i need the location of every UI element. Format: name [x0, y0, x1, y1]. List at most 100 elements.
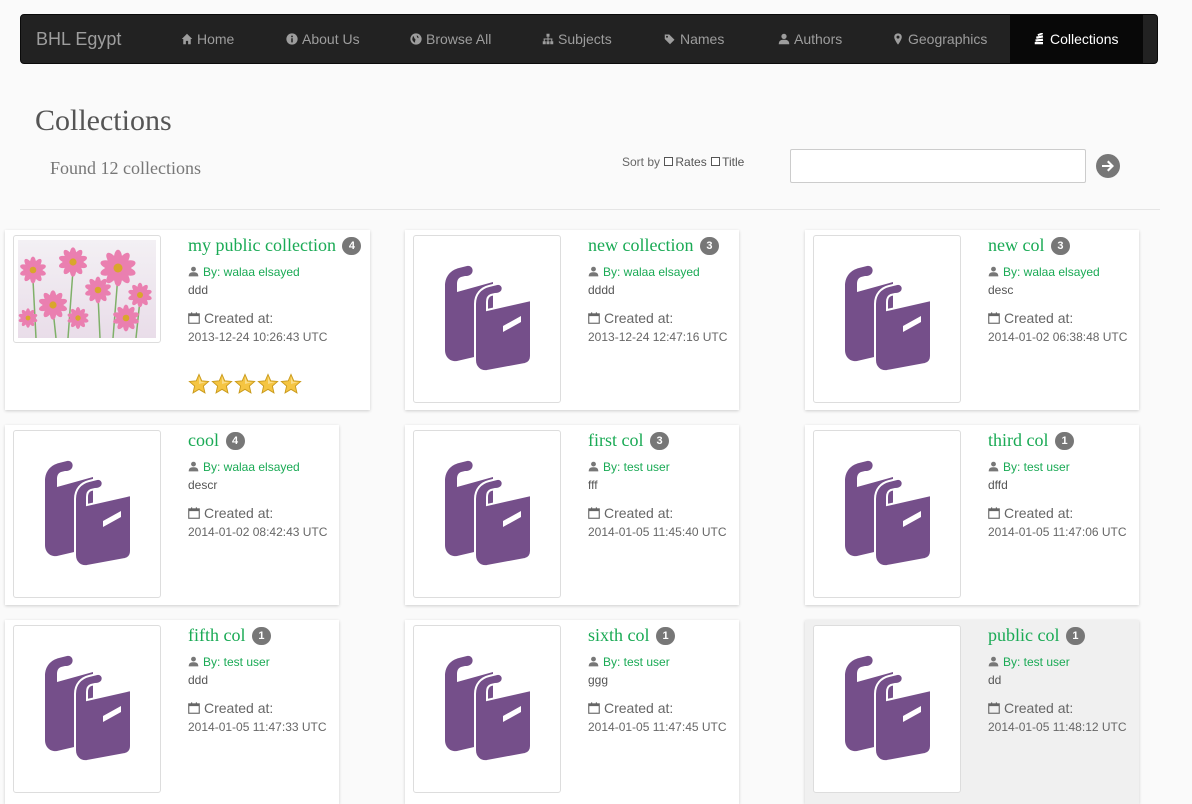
collection-title-link[interactable]: my public collection 4 — [188, 235, 362, 256]
nav-home[interactable]: Home — [181, 15, 234, 63]
globe-icon — [410, 33, 422, 45]
collection-thumbnail[interactable] — [413, 430, 561, 598]
map-marker-icon — [894, 33, 902, 45]
item-count-badge: 3 — [1050, 237, 1070, 255]
created-at-text: Created at: — [204, 310, 274, 326]
collection-title: new collection — [588, 235, 694, 255]
author-name: By: test user — [603, 655, 670, 669]
created-at-label: Created at: — [188, 310, 273, 326]
collection-title-link[interactable]: fifth col 1 — [188, 625, 271, 646]
collection-thumbnail[interactable] — [813, 430, 961, 598]
author-name: By: test user — [203, 655, 270, 669]
author-name: By: test user — [1003, 460, 1070, 474]
rating-star-icon[interactable] — [211, 373, 233, 395]
collection-description: dffd — [988, 478, 1008, 492]
collection-card[interactable]: fifth col 1 By: test user ddd Created at… — [5, 620, 339, 804]
collection-thumbnail[interactable] — [413, 235, 561, 403]
collection-thumbnail[interactable] — [813, 235, 961, 403]
nav-subjects[interactable]: Subjects — [542, 15, 612, 63]
author-name: By: walaa elsayed — [603, 265, 700, 279]
search-input[interactable] — [790, 149, 1086, 183]
created-at-text: Created at: — [604, 310, 674, 326]
arrow-right-icon — [1102, 160, 1114, 172]
collection-title-link[interactable]: public col 1 — [988, 625, 1085, 646]
collection-card[interactable]: sixth col 1 By: test user ggg Created at… — [405, 620, 739, 804]
author-link[interactable]: By: walaa elsayed — [988, 265, 1100, 279]
collection-thumbnail[interactable] — [13, 235, 161, 343]
nav-collections[interactable]: Collections — [1010, 15, 1144, 63]
collection-title-link[interactable]: new collection 3 — [588, 235, 719, 256]
brand-logo[interactable]: BHL Egypt — [36, 15, 121, 63]
sort-title-checkbox[interactable] — [711, 157, 721, 166]
collection-title-link[interactable]: cool 4 — [188, 430, 245, 451]
collection-card[interactable]: new col 3 By: walaa elsayed desc Created… — [805, 230, 1139, 410]
top-navbar: BHL Egypt Home About Us Browse All Subje… — [20, 14, 1158, 64]
created-at-text: Created at: — [604, 505, 674, 521]
nav-names-label: Names — [680, 31, 725, 47]
collection-thumbnail[interactable] — [13, 430, 161, 598]
home-icon — [181, 33, 193, 45]
author-name: By: walaa elsayed — [1003, 265, 1100, 279]
item-count-badge: 3 — [650, 432, 669, 450]
created-at-label: Created at: — [588, 505, 673, 521]
collection-title-link[interactable]: sixth col 1 — [588, 625, 675, 646]
collection-title-link[interactable]: new col 3 — [988, 235, 1070, 256]
created-at-label: Created at: — [588, 700, 673, 716]
rating-star-icon[interactable] — [234, 373, 256, 395]
collection-title-link[interactable]: third col 1 — [988, 430, 1074, 451]
calendar-icon — [988, 702, 1000, 714]
rating-stars[interactable] — [188, 373, 303, 400]
nav-collections-label: Collections — [1050, 31, 1119, 47]
nav-about-us[interactable]: About Us — [286, 15, 360, 63]
sort-rates-checkbox[interactable] — [664, 157, 674, 166]
collection-title: first col — [588, 430, 644, 450]
author-link[interactable]: By: walaa elsayed — [188, 265, 300, 279]
created-at-label: Created at: — [988, 700, 1073, 716]
nav-geographics[interactable]: Geographics — [892, 15, 987, 63]
collection-card[interactable]: cool 4 By: walaa elsayed descr Created a… — [5, 425, 339, 605]
author-link[interactable]: By: test user — [988, 460, 1070, 474]
sort-rates-label: Rates — [675, 155, 707, 169]
author-link[interactable]: By: test user — [988, 655, 1070, 669]
author-link[interactable]: By: walaa elsayed — [188, 460, 300, 474]
collection-card[interactable]: first col 3 By: test user fff Created at… — [405, 425, 739, 605]
results-count: Found 12 collections — [50, 158, 201, 178]
created-at-date: 2014-01-05 11:47:45 UTC — [588, 720, 727, 734]
created-at-date: 2014-01-02 06:38:48 UTC — [988, 330, 1128, 344]
sort-controls: Sort by Rates Title — [622, 155, 744, 169]
collection-description: ddd — [188, 283, 209, 297]
books-icon — [41, 654, 133, 762]
collection-card[interactable]: public col 1 By: test user dd Created at… — [805, 620, 1139, 804]
calendar-icon — [188, 702, 200, 714]
item-count-badge: 1 — [656, 627, 675, 645]
collection-title-link[interactable]: first col 3 — [588, 430, 669, 451]
nav-authors[interactable]: Authors — [778, 15, 842, 63]
author-link[interactable]: By: test user — [588, 460, 670, 474]
collection-thumbnail[interactable] — [13, 625, 161, 793]
search-go-button[interactable] — [1096, 154, 1120, 178]
author-link[interactable]: By: walaa elsayed — [588, 265, 700, 279]
author-link[interactable]: By: test user — [188, 655, 270, 669]
nav-names[interactable]: Names — [664, 15, 724, 63]
collection-thumbnail[interactable] — [813, 625, 961, 793]
sort-label: Sort by — [622, 155, 661, 169]
books-icon — [841, 654, 933, 762]
rating-star-icon[interactable] — [257, 373, 279, 395]
created-at-date: 2013-12-24 10:26:43 UTC — [188, 330, 328, 344]
stack-icon — [1034, 32, 1044, 45]
created-at-text: Created at: — [204, 505, 274, 521]
author-link[interactable]: By: test user — [588, 655, 670, 669]
collection-card[interactable]: new collection 3 By: walaa elsayed dddd … — [405, 230, 739, 410]
collection-card[interactable]: my public collection 4 By: walaa elsayed… — [5, 230, 370, 410]
collection-description: dd — [988, 673, 1002, 687]
sort-title-label: Title — [722, 155, 745, 169]
info-icon — [286, 33, 298, 45]
rating-star-icon[interactable] — [280, 373, 302, 395]
item-count-badge: 1 — [1065, 627, 1085, 645]
collection-thumbnail[interactable] — [413, 625, 561, 793]
collection-card[interactable]: third col 1 By: test user dffd Created a… — [805, 425, 1139, 605]
created-at-text: Created at: — [1004, 700, 1074, 716]
rating-star-icon[interactable] — [188, 373, 210, 395]
calendar-icon — [188, 507, 200, 519]
nav-browse-all[interactable]: Browse All — [410, 15, 491, 63]
